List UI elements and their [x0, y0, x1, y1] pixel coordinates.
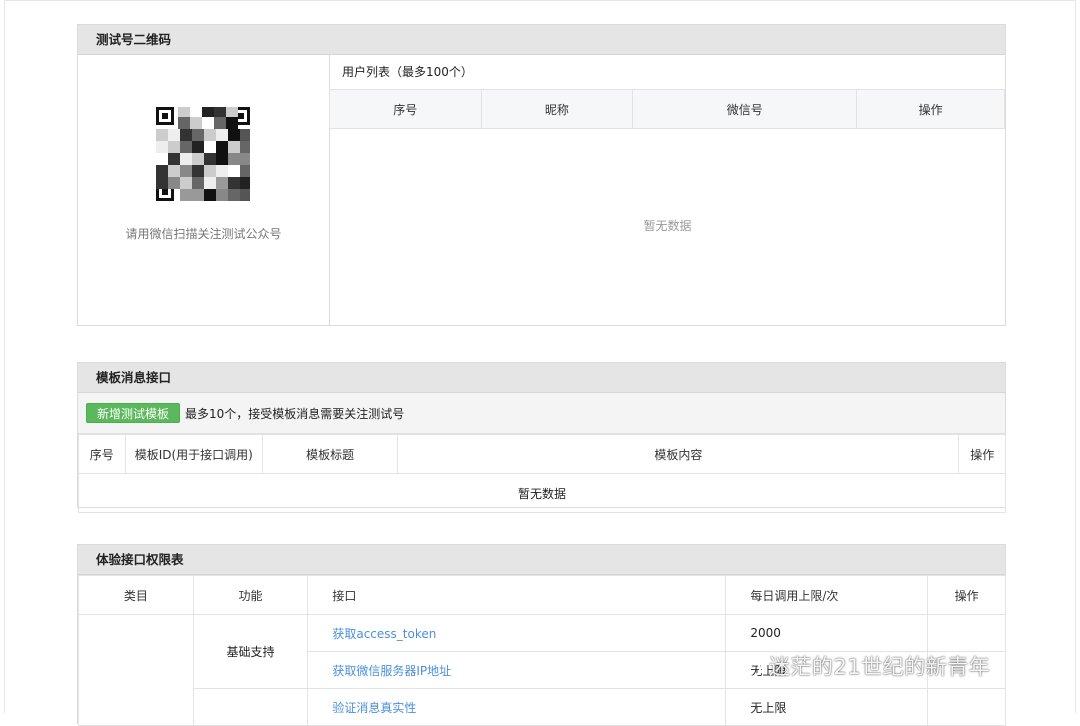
col-template-content: 模板内容	[397, 434, 960, 474]
permission-panel: 体验接口权限表 类目 功能 接口 每日调用上限/次 操作 基础支持 获取acce…	[77, 544, 1006, 726]
col-template-title: 模板标题	[262, 434, 399, 474]
col-action: 操作	[927, 575, 1006, 615]
api-link[interactable]: 验证消息真实性	[332, 701, 416, 715]
col-action: 操作	[856, 89, 1005, 129]
col-template-id: 模板ID(用于接口调用)	[124, 434, 264, 474]
template-note: 最多10个，接受模板消息需要关注测试号	[185, 406, 405, 421]
col-daily-limit: 每日调用上限/次	[725, 575, 929, 615]
template-panel: 模板消息接口 新增测试模板 最多10个，接受模板消息需要关注测试号 序号 模板I…	[77, 362, 1006, 513]
col-wechat-id: 微信号	[632, 89, 858, 129]
watermark: 迷茫的21世纪的新青年	[727, 650, 1057, 682]
table-row: 基础支持 获取access_token 2000	[78, 614, 1006, 726]
col-nickname: 昵称	[480, 89, 634, 129]
wechat-icon	[728, 653, 761, 678]
category-cell	[78, 614, 194, 726]
user-list: 用户列表（最多100个） 序号 昵称 微信号 操作 暂无数据	[329, 55, 1005, 326]
qr-panel-title: 测试号二维码	[78, 25, 1005, 55]
add-test-template-button[interactable]: 新增测试模板	[86, 403, 181, 423]
function-cell: 基础支持	[192, 614, 309, 689]
template-toolbar: 新增测试模板 最多10个，接受模板消息需要关注测试号	[78, 393, 1005, 434]
api-link[interactable]: 获取access_token	[332, 627, 436, 641]
template-empty: 暂无数据	[78, 473, 1006, 513]
qr-code-image	[156, 107, 252, 201]
qr-panel: 测试号二维码 请用微信扫描关注测试公众号 用户列表（最多100个） 序号 昵称 …	[77, 24, 1006, 326]
user-list-empty: 暂无数据	[643, 219, 692, 233]
function-cell	[192, 688, 309, 726]
col-category: 类目	[78, 575, 194, 615]
col-index: 序号	[78, 434, 126, 474]
col-index: 序号	[329, 89, 482, 129]
table-row: 验证消息真实性 无上限	[79, 688, 1006, 726]
template-table: 序号 模板ID(用于接口调用) 模板标题 模板内容 操作 暂无数据	[78, 434, 1006, 513]
limit-cell: 2000	[725, 614, 929, 652]
watermark-text: 迷茫的21世纪的新青年	[769, 655, 991, 679]
template-panel-title: 模板消息接口	[78, 363, 1005, 393]
user-list-title: 用户列表（最多100个）	[342, 65, 473, 79]
col-action: 操作	[958, 434, 1006, 474]
user-table: 序号 昵称 微信号 操作	[329, 89, 1005, 129]
action-cell	[927, 614, 1006, 652]
qr-column: 请用微信扫描关注测试公众号	[78, 55, 330, 326]
api-link[interactable]: 获取微信服务器IP地址	[332, 664, 451, 678]
col-function: 功能	[192, 575, 309, 615]
permission-panel-title: 体验接口权限表	[78, 545, 1005, 575]
col-api: 接口	[307, 575, 727, 615]
qr-caption: 请用微信扫描关注测试公众号	[125, 227, 282, 241]
limit-cell: 无上限	[725, 688, 929, 726]
action-cell	[927, 688, 1006, 726]
